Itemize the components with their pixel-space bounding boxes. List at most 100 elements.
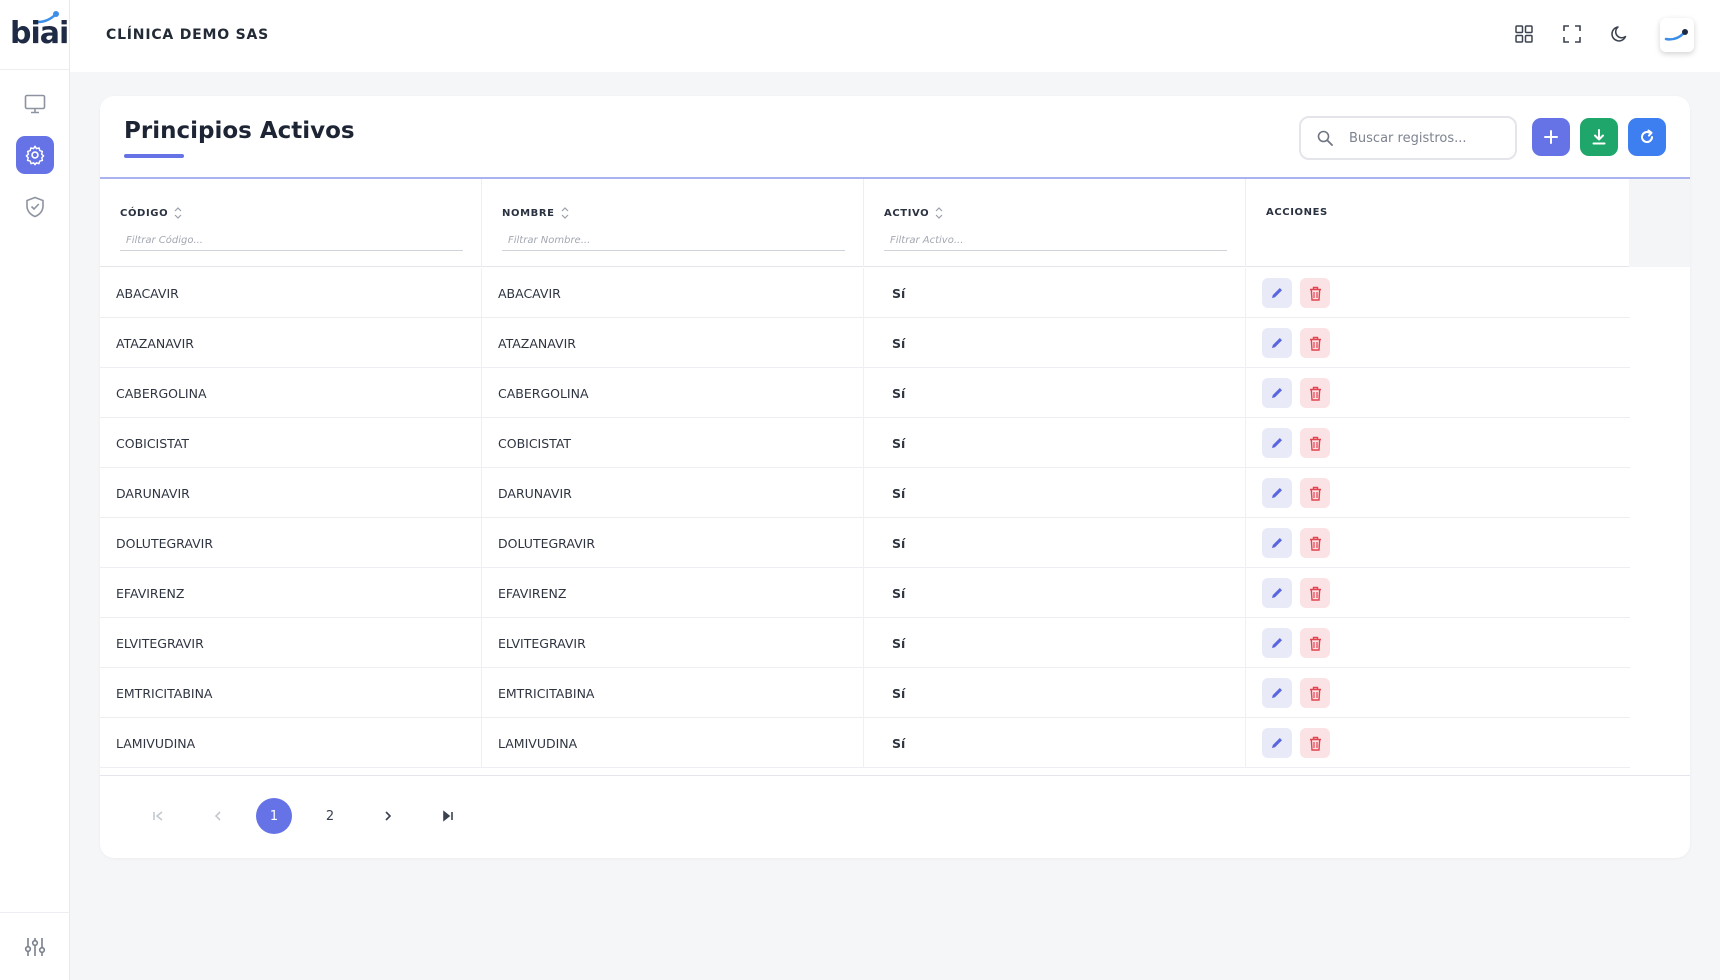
column-codigo: CÓDIGO [100, 179, 482, 267]
cell-activo: Sí [864, 368, 1246, 418]
edit-button[interactable] [1262, 278, 1292, 308]
delete-button[interactable] [1300, 378, 1330, 408]
cell-nombre: ABACAVIR [482, 268, 864, 318]
trash-icon [1309, 386, 1321, 401]
trash-icon [1309, 486, 1321, 501]
pencil-icon [1272, 488, 1282, 498]
avatar-logo-icon [1664, 29, 1688, 41]
column-activo: ACTIVO [864, 179, 1246, 267]
user-avatar[interactable] [1660, 18, 1694, 52]
edit-button[interactable] [1262, 378, 1292, 408]
add-button[interactable] [1532, 118, 1570, 156]
delete-button[interactable] [1300, 328, 1330, 358]
edit-button[interactable] [1262, 428, 1292, 458]
sort-codigo[interactable]: CÓDIGO [120, 207, 182, 219]
download-icon [1592, 129, 1606, 145]
column-label-codigo: CÓDIGO [120, 207, 169, 219]
edit-button[interactable] [1262, 528, 1292, 558]
dark-mode-toggle[interactable] [1606, 20, 1634, 48]
trash-icon [1309, 336, 1321, 351]
table-row: CABERGOLINA CABERGOLINA Sí [100, 368, 1630, 418]
cell-activo: Sí [864, 268, 1246, 318]
sidebar-item-settings[interactable] [16, 136, 54, 174]
cell-activo: Sí [864, 318, 1246, 368]
search-input[interactable] [1349, 130, 1509, 146]
cell-codigo: ELVITEGRAVIR [100, 618, 482, 668]
delete-button[interactable] [1300, 628, 1330, 658]
edit-button[interactable] [1262, 678, 1292, 708]
first-page-button[interactable] [140, 798, 176, 834]
table-body: ABACAVIR ABACAVIR Sí ATAZANAVIR ATAZANAVIR Sí… [100, 268, 1630, 768]
sidebar-item-preferences[interactable] [0, 912, 70, 980]
delete-button[interactable] [1300, 728, 1330, 758]
next-page-button[interactable] [370, 798, 406, 834]
monitor-icon [24, 94, 46, 114]
column-label-acciones: ACCIONES [1266, 207, 1328, 218]
table-row: ATAZANAVIR ATAZANAVIR Sí [100, 318, 1630, 368]
chevron-left-icon [214, 811, 221, 821]
page-1-button[interactable]: 1 [256, 798, 292, 834]
table-row: DOLUTEGRAVIR DOLUTEGRAVIR Sí [100, 518, 1630, 568]
cell-acciones [1246, 268, 1630, 318]
last-page-button[interactable] [430, 798, 466, 834]
delete-button[interactable] [1300, 528, 1330, 558]
fullscreen-button[interactable] [1558, 20, 1586, 48]
page-2-button[interactable]: 2 [312, 798, 348, 834]
cell-acciones [1246, 368, 1630, 418]
sidebar-item-security[interactable] [16, 188, 54, 226]
sort-icon [561, 207, 569, 219]
edit-button[interactable] [1262, 578, 1292, 608]
edit-button[interactable] [1262, 478, 1292, 508]
filter-codigo-input[interactable] [120, 231, 463, 251]
trash-icon [1309, 436, 1321, 451]
prev-page-button[interactable] [200, 798, 236, 834]
cell-nombre: EFAVIRENZ [482, 568, 864, 618]
filter-nombre-input[interactable] [502, 231, 845, 251]
refresh-button[interactable] [1628, 118, 1666, 156]
gear-icon [25, 145, 45, 166]
search-field[interactable] [1299, 116, 1517, 160]
trash-icon [1309, 736, 1321, 751]
sort-activo[interactable]: ACTIVO [884, 207, 943, 219]
trash-icon [1309, 636, 1321, 651]
apps-grid-button[interactable] [1510, 20, 1538, 48]
table-row: EMTRICITABINA EMTRICITABINA Sí [100, 668, 1630, 718]
delete-button[interactable] [1300, 678, 1330, 708]
filter-activo-input[interactable] [884, 231, 1227, 251]
chevron-right-icon [385, 811, 392, 821]
sidebar-item-dashboard[interactable] [16, 85, 54, 123]
pencil-icon [1272, 388, 1282, 398]
delete-button[interactable] [1300, 278, 1330, 308]
trash-icon [1309, 686, 1321, 701]
cell-nombre: DOLUTEGRAVIR [482, 518, 864, 568]
sort-icon [174, 207, 182, 219]
edit-button[interactable] [1262, 328, 1292, 358]
first-page-icon [153, 811, 163, 821]
grid-icon [1515, 25, 1533, 43]
download-button[interactable] [1580, 118, 1618, 156]
column-acciones: ACCIONES [1246, 179, 1629, 267]
pencil-icon [1272, 338, 1282, 348]
cell-codigo: EFAVIRENZ [100, 568, 482, 618]
delete-button[interactable] [1300, 478, 1330, 508]
pencil-icon [1272, 588, 1282, 598]
column-nombre: NOMBRE [482, 179, 864, 267]
edit-button[interactable] [1262, 628, 1292, 658]
delete-button[interactable] [1300, 428, 1330, 458]
edit-button[interactable] [1262, 728, 1292, 758]
delete-button[interactable] [1300, 578, 1330, 608]
cell-acciones [1246, 518, 1630, 568]
table-row: LAMIVUDINA LAMIVUDINA Sí [100, 718, 1630, 768]
cell-acciones [1246, 568, 1630, 618]
cell-acciones [1246, 318, 1630, 368]
header-scroll-gutter [1629, 179, 1690, 267]
cell-activo: Sí [864, 518, 1246, 568]
brand-logo[interactable]: biai [0, 0, 70, 70]
cell-nombre: COBICISTAT [482, 418, 864, 468]
cell-nombre: ELVITEGRAVIR [482, 618, 864, 668]
sort-nombre[interactable]: NOMBRE [502, 207, 569, 219]
cell-nombre: LAMIVUDINA [482, 718, 864, 768]
table-row: DARUNAVIR DARUNAVIR Sí [100, 468, 1630, 518]
trash-icon [1309, 536, 1321, 551]
cell-nombre: CABERGOLINA [482, 368, 864, 418]
